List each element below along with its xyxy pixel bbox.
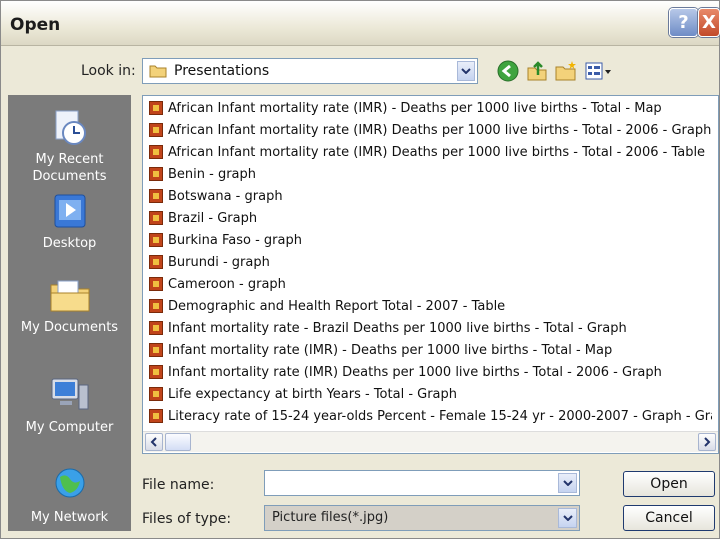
image-file-icon	[149, 365, 163, 379]
file-name: Cameroon - graph	[168, 277, 286, 292]
file-name: Infant mortality rate (IMR) - Deaths per…	[168, 343, 613, 358]
file-name: African Infant mortality rate (IMR) Deat…	[168, 123, 712, 138]
file-name: African Infant mortality rate (IMR) - De…	[168, 101, 662, 116]
file-name: Benin - graph	[168, 167, 257, 182]
file-name: Burkina Faso - graph	[168, 233, 302, 248]
list-item[interactable]: Infant mortality rate - Brazil Deaths pe…	[147, 318, 712, 340]
image-file-icon	[149, 145, 163, 159]
list-item[interactable]: African Infant mortality rate (IMR) Deat…	[147, 120, 712, 142]
list-item[interactable]: Botswana - graph	[147, 186, 712, 208]
list-item[interactable]: Cameroon - graph	[147, 274, 712, 296]
list-item[interactable]: African Infant mortality rate (IMR) Deat…	[147, 142, 712, 164]
scroll-right-button[interactable]	[698, 433, 716, 451]
folder-icon	[149, 65, 167, 78]
file-name: Infant mortality rate - Brazil Deaths pe…	[168, 321, 627, 336]
list-item[interactable]: Brazil - Graph	[147, 208, 712, 230]
file-name: Infant mortality rate (IMR) Deaths per 1…	[168, 365, 662, 380]
close-button[interactable]: X	[698, 8, 720, 37]
my-network-icon	[55, 468, 84, 498]
look-in-value: Presentations	[174, 63, 270, 79]
image-file-icon	[149, 123, 163, 137]
up-folder-icon[interactable]	[525, 59, 549, 83]
place-label: My Recent Documents	[32, 152, 107, 184]
list-item[interactable]: Literacy rate of 15-24 year-olds Percent…	[147, 406, 712, 428]
place-my-computer[interactable]: My Computer	[8, 375, 131, 436]
image-file-icon	[149, 277, 163, 291]
place-label: Desktop	[42, 236, 97, 251]
look-in-label: Look in:	[81, 63, 136, 79]
chevron-left-icon	[150, 437, 157, 447]
list-item[interactable]: Demographic and Health Report Total - 20…	[147, 296, 712, 318]
place-desktop[interactable]: Desktop	[8, 191, 131, 252]
chevron-down-icon[interactable]	[558, 473, 577, 493]
horizontal-scrollbar[interactable]	[143, 431, 718, 452]
place-my-recent-documents[interactable]: My Recent Documents	[8, 107, 131, 185]
list-item[interactable]: Burkina Faso - graph	[147, 230, 712, 252]
chevron-down-icon[interactable]	[558, 508, 577, 528]
place-label: My Network	[30, 510, 109, 525]
recent-documents-icon	[55, 110, 86, 145]
look-in-combobox[interactable]: Presentations	[142, 58, 478, 84]
image-file-icon	[149, 321, 163, 335]
image-file-icon	[149, 211, 163, 225]
image-file-icon	[149, 233, 163, 247]
place-my-documents[interactable]: My Documents	[8, 275, 131, 336]
image-file-icon	[149, 299, 163, 313]
view-menu-icon[interactable]	[583, 59, 613, 83]
image-file-icon	[149, 101, 163, 115]
help-button[interactable]: ?	[669, 8, 698, 37]
file-type-value: Picture files(*.jpg)	[272, 510, 389, 525]
file-name: Botswana - graph	[168, 189, 283, 204]
file-name-combobox[interactable]	[264, 470, 580, 496]
list-item[interactable]: Infant mortality rate (IMR) - Deaths per…	[147, 340, 712, 362]
file-name: Demographic and Health Report Total - 20…	[168, 299, 506, 314]
place-label: My Computer	[25, 420, 114, 435]
image-file-icon	[149, 167, 163, 181]
file-name: Burundi - graph	[168, 255, 270, 270]
file-type-select[interactable]: Picture files(*.jpg)	[264, 505, 580, 531]
file-type-label: Files of type:	[142, 511, 232, 527]
desktop-icon	[54, 194, 85, 228]
image-file-icon	[149, 409, 163, 423]
chevron-right-icon	[704, 437, 711, 447]
file-name: Life expectancy at birth Years - Total -…	[168, 387, 458, 402]
image-file-icon	[149, 189, 163, 203]
window-title: Open	[10, 15, 61, 35]
my-documents-icon	[50, 280, 89, 312]
file-list[interactable]: African Infant mortality rate (IMR) - De…	[142, 95, 719, 454]
title-bar: Open ? X	[1, 1, 720, 46]
open-dialog: Open ? X Look in: Presentations My Recen…	[0, 0, 720, 539]
my-computer-icon	[51, 378, 88, 410]
list-item[interactable]: African Infant mortality rate (IMR) - De…	[147, 98, 712, 120]
file-name-label: File name:	[142, 477, 215, 493]
file-name: African Infant mortality rate (IMR) Deat…	[168, 145, 706, 160]
image-file-icon	[149, 343, 163, 357]
image-file-icon	[149, 255, 163, 269]
open-button[interactable]: Open	[623, 471, 715, 497]
scroll-left-button[interactable]	[145, 433, 163, 451]
list-item[interactable]: Life expectancy at birth Years - Total -…	[147, 384, 712, 406]
place-label: My Documents	[20, 320, 119, 335]
file-name: Literacy rate of 15-24 year-olds Percent…	[168, 409, 712, 424]
place-my-network[interactable]: My Network	[8, 465, 131, 526]
back-icon[interactable]	[496, 59, 520, 83]
new-folder-icon[interactable]	[554, 59, 578, 83]
cancel-button[interactable]: Cancel	[623, 505, 715, 531]
list-item[interactable]: Benin - graph	[147, 164, 712, 186]
list-item[interactable]: Infant mortality rate (IMR) Deaths per 1…	[147, 362, 712, 384]
chevron-down-icon[interactable]	[457, 61, 475, 81]
scroll-thumb[interactable]	[165, 433, 191, 451]
file-name: Brazil - Graph	[168, 211, 258, 226]
list-item[interactable]: Burundi - graph	[147, 252, 712, 274]
places-bar: My Recent Documents Desktop My Documents	[8, 95, 131, 531]
image-file-icon	[149, 387, 163, 401]
